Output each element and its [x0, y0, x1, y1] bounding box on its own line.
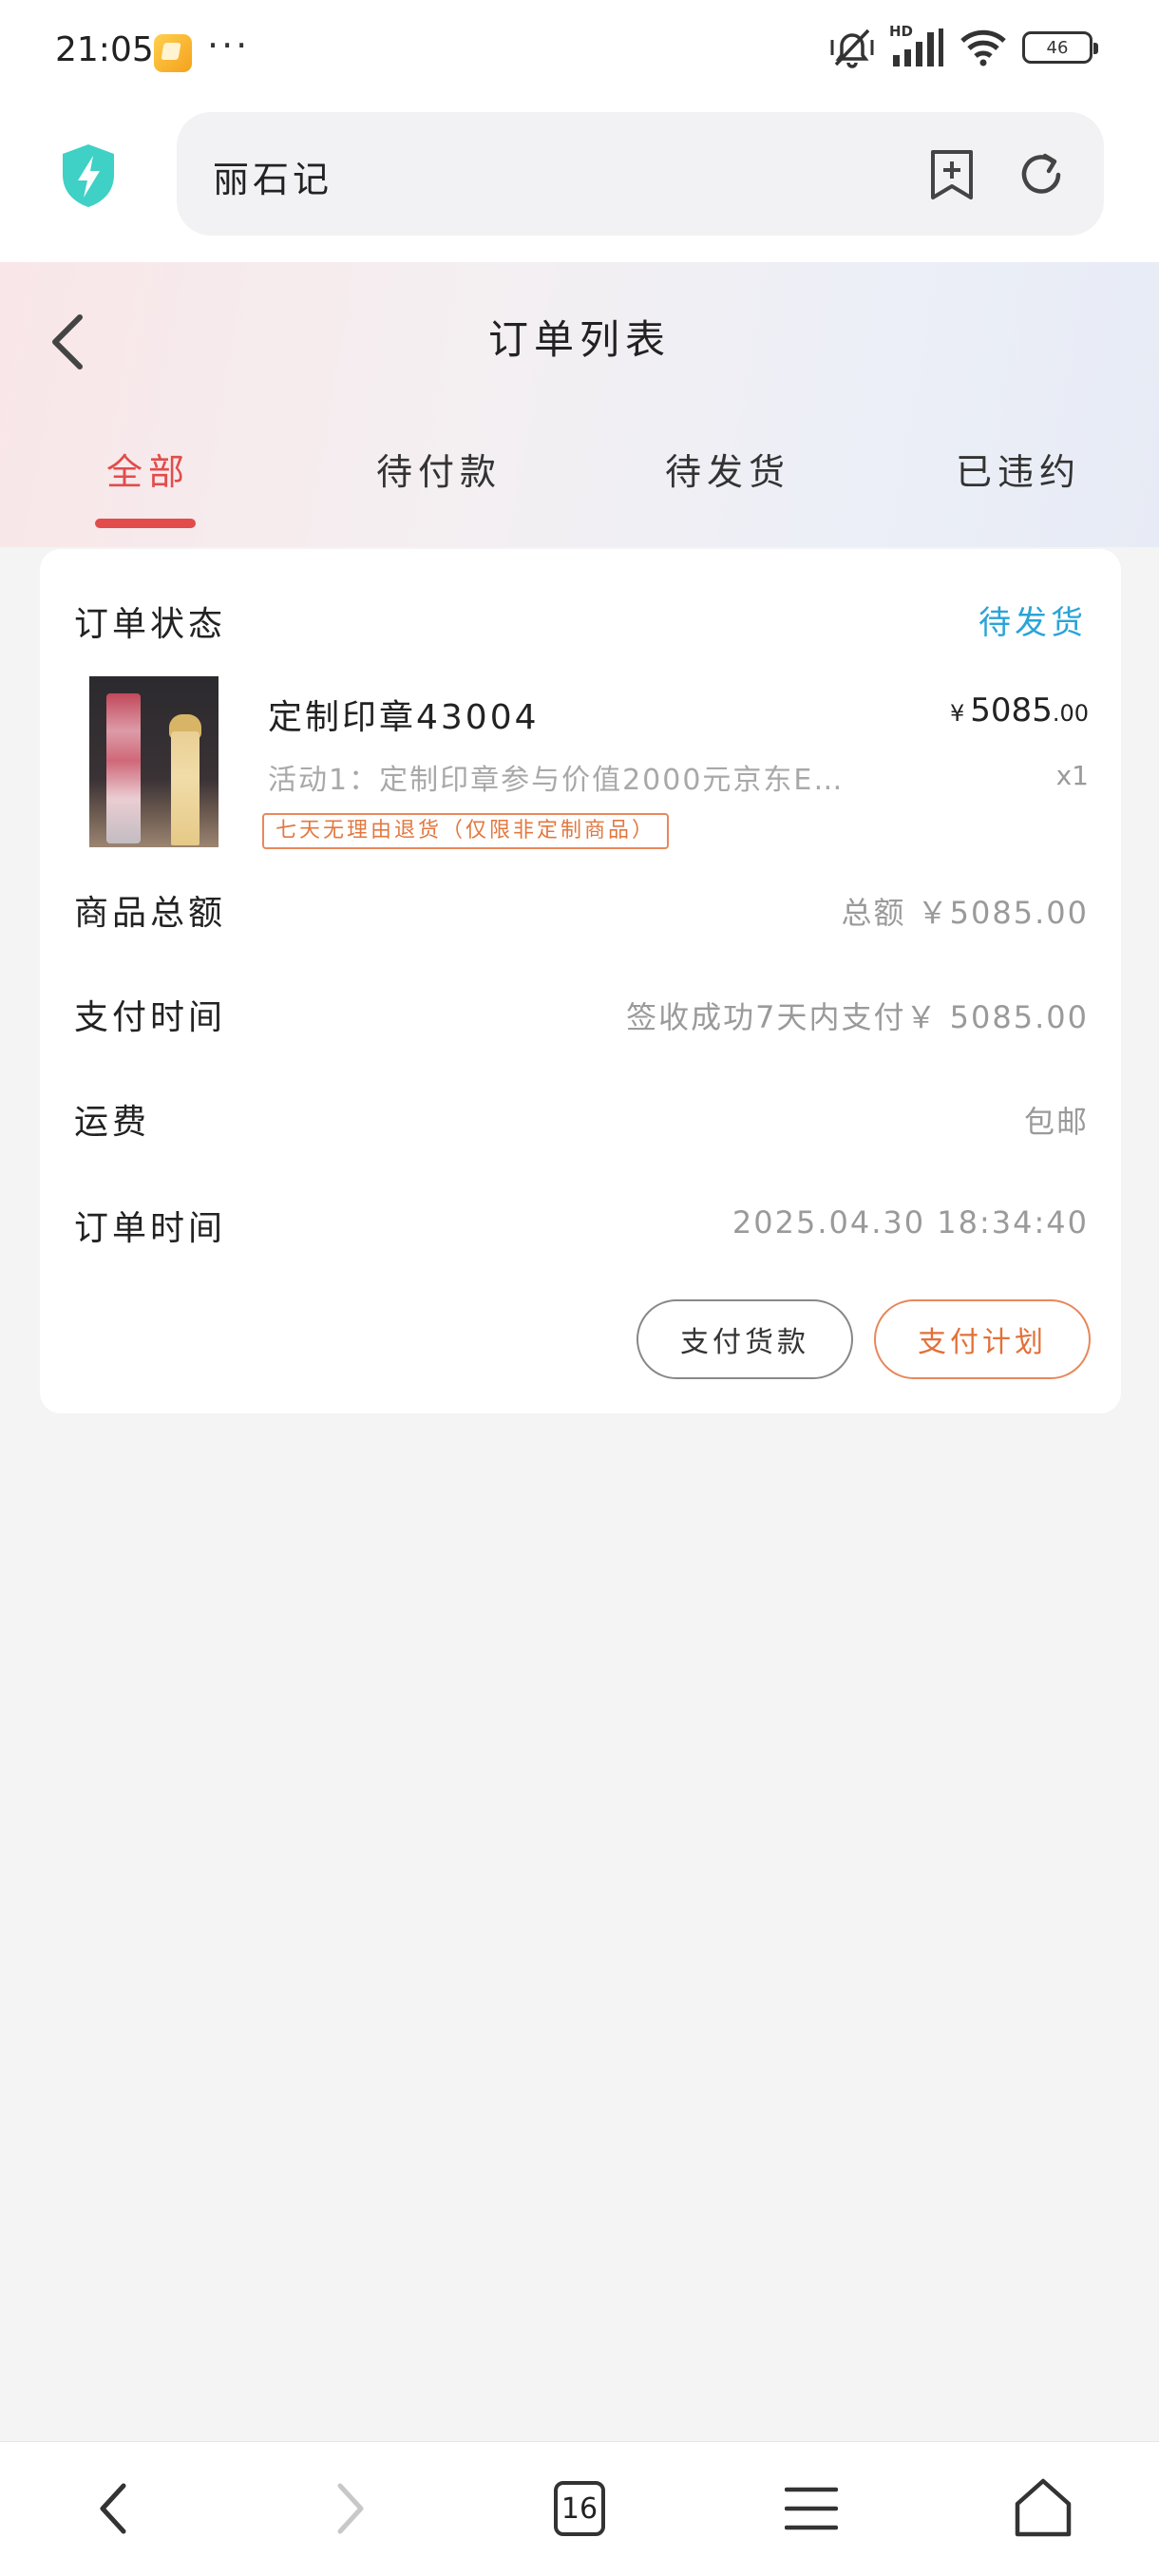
payment-time-value: 签收成功7天内支付￥ 5085.00 [626, 999, 1089, 1035]
page-header: 订单列表 全部 待付款 待发货 已违约 [0, 262, 1159, 547]
battery-icon: 46 [1022, 31, 1098, 64]
price-currency: ¥ [950, 700, 965, 727]
security-shield-icon[interactable] [59, 142, 118, 209]
browser-toolbar: 丽石记 [0, 104, 1159, 262]
payment-time-label: 支付时间 [74, 998, 227, 1037]
bookmark-add-icon[interactable] [927, 148, 977, 201]
nav-home-button[interactable] [1005, 2471, 1081, 2547]
mute-vibrate-icon [830, 28, 874, 68]
product-quantity: x1 [1055, 760, 1089, 791]
active-tab-indicator [95, 519, 196, 528]
product-name[interactable]: 定制印章43004 [268, 690, 540, 739]
more-notifications-icon: ··· [207, 25, 251, 66]
address-bar[interactable]: 丽石记 [177, 112, 1104, 236]
battery-level: 46 [1046, 37, 1069, 58]
chevron-left-icon [100, 2483, 126, 2534]
tab-defaulted[interactable]: 已违约 [956, 443, 1081, 495]
order-tabs: 全部 待付款 待发货 已违约 [0, 443, 1159, 519]
order-time-label: 订单时间 [74, 1209, 227, 1248]
return-policy-badge: 七天无理由退货（仅限非定制商品） [262, 813, 670, 849]
nav-menu-button[interactable] [773, 2471, 849, 2547]
nav-back-button[interactable] [76, 2471, 152, 2547]
order-time-value: 2025.04.30 18:34:40 [732, 1204, 1089, 1241]
product-image-crystal [106, 693, 141, 843]
status-bar: 21:05 ··· HD 46 [0, 0, 1159, 104]
pay-goods-button[interactable]: 支付货款 [636, 1299, 853, 1379]
nav-forward-button[interactable] [312, 2471, 388, 2547]
home-icon [1015, 2478, 1072, 2537]
tab-count-icon: 16 [554, 2481, 605, 2536]
goods-total-value: 总额 ￥5085.00 [841, 895, 1089, 931]
shipping-fee-label: 运费 [74, 1103, 151, 1142]
goods-total-label: 商品总额 [74, 894, 227, 933]
tab-pending-shipment[interactable]: 待发货 [665, 443, 790, 495]
order-status-value: 待发货 [978, 604, 1087, 642]
payment-plan-button[interactable]: 支付计划 [874, 1299, 1091, 1379]
notes-app-icon [154, 34, 192, 72]
tab-pending-payment[interactable]: 待付款 [376, 443, 502, 495]
wifi-icon [960, 29, 1006, 66]
hd-signal-icon: HD [889, 23, 944, 68]
price-decimal: .00 [1052, 700, 1089, 727]
order-card[interactable]: 订单状态 待发货 定制印章43004 ¥5085.00 活动1：定制印章参与价值… [40, 549, 1121, 1413]
browser-bottom-nav: 16 [0, 2441, 1159, 2576]
price-main: 5085 [970, 691, 1053, 729]
reload-icon[interactable] [1016, 150, 1066, 199]
status-time: 21:05 [55, 30, 154, 69]
page-title: 订单列表 [487, 316, 671, 363]
product-description: 活动1：定制印章参与价值2000元京东E… [268, 764, 845, 797]
address-bar-text[interactable]: 丽石记 [213, 150, 332, 202]
chevron-right-icon [337, 2483, 364, 2534]
tab-all[interactable]: 全部 [106, 443, 190, 495]
nav-tabs-button[interactable]: 16 [542, 2471, 618, 2547]
menu-icon [785, 2487, 838, 2530]
shipping-fee-value: 包邮 [1023, 1104, 1089, 1140]
order-status-label: 订单状态 [74, 605, 227, 644]
status-icons: HD 46 [830, 23, 1098, 68]
product-image-seal [171, 731, 200, 845]
product-image[interactable] [89, 676, 218, 847]
product-price: ¥5085.00 [950, 691, 1089, 729]
